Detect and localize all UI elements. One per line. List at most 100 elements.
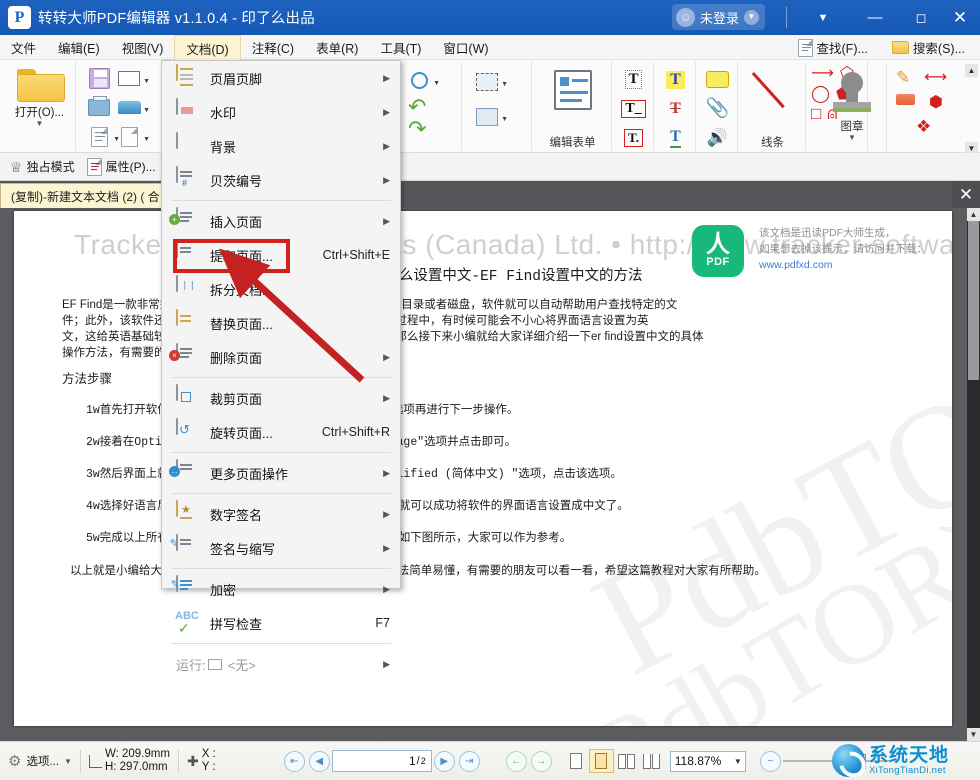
menu-item-header-footer[interactable]: 页眉页脚 ▶ <box>162 61 400 95</box>
save-button[interactable] <box>84 65 114 92</box>
minimize-button[interactable]: — <box>852 0 898 35</box>
status-zoom-combobox[interactable]: 118.87% ▼ <box>670 751 746 772</box>
menu-document[interactable]: 文档(D) <box>174 35 240 61</box>
scroll-up-button[interactable]: ▲ <box>967 208 980 221</box>
navigate-forward-button[interactable]: → <box>531 751 552 772</box>
strikeout-text-button[interactable]: T <box>661 95 691 122</box>
menu-form[interactable]: 表单(R) <box>305 35 369 60</box>
pencil-icon[interactable]: ✎ <box>896 69 910 86</box>
notice-link[interactable]: www.pdfxd.com <box>759 257 952 273</box>
menu-item-spell-check[interactable]: ABC ✓ 拼写检查 F7 <box>162 606 400 640</box>
attach-file-button[interactable]: 📎 <box>703 95 733 122</box>
close-window-button[interactable]: ✕ <box>940 0 980 35</box>
line-tool-button[interactable]: 线条 <box>740 62 805 115</box>
chevron-down-icon[interactable]: ▼ <box>744 10 759 25</box>
scroll-down-button[interactable]: ▼ <box>967 728 980 741</box>
menu-item-insert-page[interactable]: + 插入页面 ▶ <box>162 204 400 238</box>
highlight-text-button[interactable]: T <box>661 66 691 93</box>
rotate-right-icon[interactable]: ↷ <box>408 118 461 140</box>
open-file-button[interactable]: 打开(O)... ▼ <box>4 62 75 127</box>
close-document-button[interactable]: ✕ <box>952 181 980 208</box>
new-document-button[interactable]: ▼ <box>114 123 144 150</box>
next-page-button[interactable]: ▶ <box>434 751 455 772</box>
menu-item-run-script[interactable]: 运行: <无> ▶ <box>162 647 400 681</box>
edit-form-button[interactable]: 编辑表单 <box>534 62 611 110</box>
exclusive-mode-button[interactable]: ♕ 独占模式 <box>6 158 79 175</box>
document-tab[interactable]: (复制)-新建文本文档 (2) ( 合 <box>0 183 171 208</box>
single-page-view-button[interactable] <box>564 749 589 773</box>
text-box-tool-button[interactable]: T_ <box>619 95 649 122</box>
menu-item-digital-signature[interactable]: ★ 数字签名 ▶ <box>162 497 400 531</box>
continuous-view-button[interactable] <box>589 749 614 773</box>
menu-comment[interactable]: 注释(C) <box>241 35 305 60</box>
menu-item-background[interactable]: 背景 ▶ <box>162 129 400 163</box>
menu-item-split-document[interactable]: ❘❘ 拆分文档... <box>162 272 400 306</box>
ribbon-toggle-button[interactable]: ▼ <box>800 0 846 35</box>
edit-image-text-button[interactable]: ▼ <box>472 68 502 95</box>
arrow-double-icon[interactable]: ⟷ <box>924 69 947 86</box>
page-number-input[interactable]: 1 / 2 <box>332 750 432 772</box>
chevron-down-icon[interactable]: ▼ <box>36 120 44 127</box>
menu-edit[interactable]: 编辑(E) <box>47 35 111 60</box>
cloud-annotation-icon[interactable]: ❖ <box>916 118 931 135</box>
options-button[interactable]: ⚙ 选项... ▼ <box>8 753 72 769</box>
chevron-down-icon[interactable]: ▼ <box>848 134 856 141</box>
scrollbar-thumb[interactable] <box>968 210 979 380</box>
document-vertical-scrollbar[interactable] <box>967 208 980 741</box>
menu-item-encrypt[interactable]: ✎ 加密 ▶ <box>162 572 400 606</box>
status-zoom-out-button[interactable]: − <box>760 751 781 772</box>
four-page-view-button[interactable] <box>639 749 664 773</box>
chevron-down-icon[interactable]: ▼ <box>501 81 508 88</box>
chevron-down-icon[interactable]: ▼ <box>143 78 150 85</box>
chevron-down-icon[interactable]: ▼ <box>143 136 150 143</box>
menu-item-delete-page[interactable]: × 删除页面 ▶ <box>162 340 400 374</box>
underline-text-button[interactable]: T <box>661 124 691 151</box>
menu-item-watermark[interactable]: 水印 ▶ <box>162 95 400 129</box>
chevron-down-icon[interactable]: ▼ <box>433 80 440 87</box>
first-page-button[interactable]: ⇤ <box>284 751 305 772</box>
maximize-button[interactable]: ◻ <box>898 0 944 35</box>
add-sound-button[interactable]: 🔊 <box>703 124 733 151</box>
two-page-view-button[interactable] <box>614 749 639 773</box>
login-button[interactable]: ☺ 未登录 ▼ <box>672 4 765 30</box>
print-button[interactable] <box>84 94 114 121</box>
chevron-down-icon[interactable]: ▼ <box>501 116 508 123</box>
menu-item-more-page-actions[interactable]: … 更多页面操作 ▶ <box>162 456 400 490</box>
last-page-button[interactable]: ⇥ <box>459 751 480 772</box>
menu-item-rotate-page[interactable]: ↺ 旋转页面... Ctrl+Shift+R <box>162 415 400 449</box>
text-field-tool-button[interactable]: T <box>619 66 649 93</box>
menu-item-signature-initials[interactable]: ✎ 签名与缩写 ▶ <box>162 531 400 565</box>
spell-check-icon: ABC ✓ <box>176 610 200 636</box>
find-button[interactable]: 查找(F)... <box>787 35 879 60</box>
chevron-down-icon[interactable]: ▼ <box>64 758 72 765</box>
stamp-tool-button[interactable]: 图章 ▼ <box>818 64 886 152</box>
menu-item-bates-number[interactable]: # 贝茨编号 ▶ <box>162 163 400 197</box>
magnifier-button[interactable]: ▼ <box>404 67 434 94</box>
document-properties-button[interactable]: 属性(P)... <box>83 158 160 176</box>
menu-item-extract-page[interactable]: 提取页面... Ctrl+Shift+E <box>162 238 400 272</box>
menu-file[interactable]: 文件 <box>0 35 47 60</box>
dropdown-field-tool-button[interactable]: T. <box>619 124 649 151</box>
menu-window[interactable]: 窗口(W) <box>432 35 499 60</box>
document-viewport[interactable]: Tracker Software Products (Canada) Ltd. … <box>0 208 980 741</box>
add-image-text-button[interactable]: ▼ <box>472 103 502 130</box>
rotate-left-icon[interactable]: ↶ <box>408 96 461 118</box>
chevron-down-icon[interactable]: ▼ <box>734 757 742 766</box>
email-button[interactable]: ▼ <box>114 65 144 92</box>
export-document-button[interactable]: ▼ <box>84 123 114 150</box>
menu-tools[interactable]: 工具(T) <box>369 35 432 60</box>
polyline-icon[interactable]: ⬢ <box>929 94 943 111</box>
menu-item-crop-page[interactable]: 裁剪页面 ▶ <box>162 381 400 415</box>
sticky-note-button[interactable] <box>703 66 733 93</box>
insert-page-icon: + <box>176 208 200 234</box>
navigate-back-button[interactable]: ← <box>506 751 527 772</box>
previous-page-button[interactable]: ◀ <box>309 751 330 772</box>
search-button[interactable]: 搜索(S)... <box>881 35 976 60</box>
scan-button[interactable]: ▼ <box>114 94 144 121</box>
menu-item-replace-page[interactable]: 替换页面... <box>162 306 400 340</box>
document-menu-dropdown[interactable]: 页眉页脚 ▶ 水印 ▶ 背景 ▶ # <box>161 60 401 589</box>
menu-view[interactable]: 视图(V) <box>111 35 175 60</box>
ribbon-scroll-up-button[interactable]: ▲ <box>965 64 978 77</box>
eraser-icon[interactable] <box>896 94 915 105</box>
chevron-down-icon[interactable]: ▼ <box>143 107 150 114</box>
